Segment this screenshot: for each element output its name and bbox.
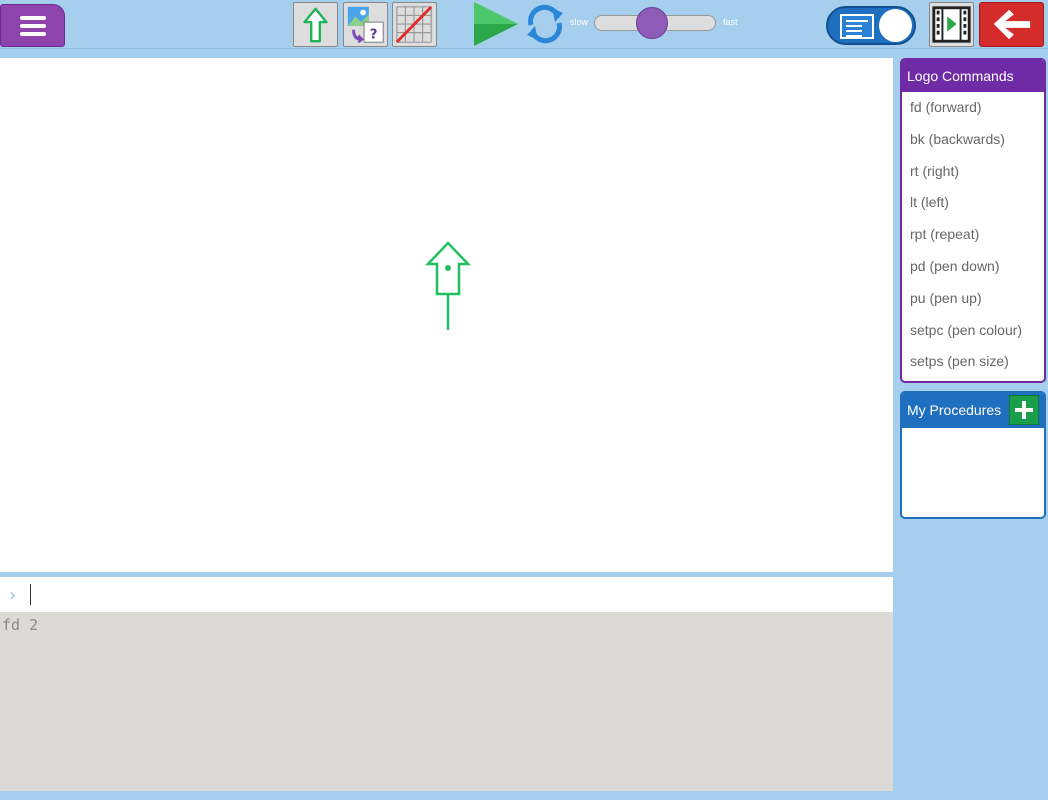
logo-command-item[interactable]: rpt (repeat) [902,219,1044,251]
logo-command-item[interactable]: bk (backwards) [902,124,1044,156]
logo-commands-list: fd (forward) bk (backwards) rt (right) lt (… [902,92,1044,378]
command-input[interactable] [28,582,878,606]
grid-off-icon [395,5,433,44]
svg-text:?: ? [370,27,378,42]
turtle-icon [425,241,471,330]
speed-slider-thumb[interactable] [636,7,668,39]
text-view-icon [840,14,874,39]
turtle-arrow-icon [303,7,328,43]
history-line[interactable]: fd 2 [2,616,891,634]
logo-command-item[interactable]: lt (left) [902,187,1044,219]
hamburger-icon [19,12,46,40]
back-button[interactable] [979,2,1044,47]
speed-slider[interactable] [594,7,716,39]
drawing-canvas[interactable] [0,58,893,572]
play-icon [474,2,518,46]
my-procedures-panel: My Procedures [900,391,1046,519]
view-toggle-switch[interactable] [826,6,916,45]
logo-commands-title: Logo Commands [902,60,1044,92]
back-arrow-icon [993,9,1031,40]
reset-button[interactable] [523,3,567,45]
toggle-knob [879,9,912,42]
run-button[interactable] [471,0,521,48]
prompt-chevron-icon: › [9,585,17,606]
logo-commands-panel: Logo Commands fd (forward) bk (backwards)… [900,58,1046,383]
logo-command-item[interactable]: fd (forward) [902,92,1044,124]
my-procedures-title: My Procedures [907,402,1002,418]
show-turtle-button[interactable] [293,2,338,47]
image-swap-icon: ? [347,6,384,44]
logo-command-item[interactable]: setps (pen size) [902,346,1044,378]
speed-fast-label: fast [723,17,738,27]
grid-toggle-button[interactable] [392,2,437,47]
logo-command-item[interactable]: pd (pen down) [902,251,1044,283]
text-caret [30,584,31,605]
film-play-icon [932,6,971,43]
logo-command-item[interactable]: rt (right) [902,156,1044,188]
animation-button[interactable] [929,2,974,47]
logo-command-item[interactable]: setpc (pen colour) [902,315,1044,347]
refresh-icon [527,4,563,44]
command-history: fd 2 [0,612,893,791]
change-image-button[interactable]: ? [343,2,388,47]
my-procedures-header: My Procedures [902,393,1044,428]
speed-slow-label: slow [570,17,589,27]
command-line: › [0,577,893,612]
logo-command-item[interactable]: pu (pen up) [902,283,1044,315]
menu-button[interactable] [0,4,65,47]
add-procedure-button[interactable] [1009,395,1039,425]
toolbar: ? slow fast [0,0,1048,49]
